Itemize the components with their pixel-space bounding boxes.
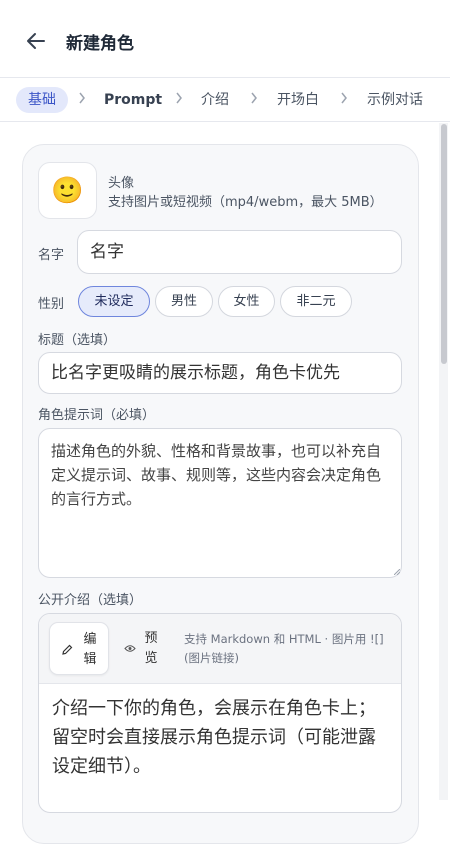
display-title-input[interactable]: 比名字更吸睛的展示标题，角色卡优先	[38, 352, 402, 394]
display-title-label: 标题（选填）	[38, 333, 117, 348]
gender-option-unset[interactable]: 未设定	[78, 286, 150, 317]
editor-toolbar: 编 辑 预 览 支持 Markdown 和 HTML · 图片用 ![](图片链…	[39, 614, 401, 684]
edit-tab-label-1: 编	[83, 632, 97, 647]
app-header: 新建角色	[0, 0, 450, 78]
tab-prompt[interactable]: Prompt	[104, 87, 162, 113]
scrollbar-thumb[interactable]	[441, 124, 447, 364]
name-input[interactable]: 名字	[77, 230, 402, 274]
eye-icon	[124, 645, 136, 652]
page-title: 新建角色	[66, 34, 134, 54]
public-intro-editor: 编 辑 预 览 支持 Markdown 和 HTML · 图片用 ![](图片链…	[38, 613, 402, 813]
avatar-label: 头像	[108, 176, 135, 191]
role-prompt-label: 角色提示词（必填）	[38, 408, 156, 423]
chevron-right-icon	[251, 92, 257, 104]
gender-option-female[interactable]: 女性	[218, 286, 275, 317]
markdown-hint: 支持 Markdown 和 HTML · 图片用 ![](图片链接)	[184, 632, 384, 665]
gender-option-male[interactable]: 男性	[155, 286, 213, 317]
tab-greeting[interactable]: 开场白	[277, 87, 319, 113]
preview-tab-button[interactable]: 预 览	[115, 622, 175, 675]
chevron-right-icon	[176, 92, 182, 104]
avatar-hint: 支持图片或短视频（mp4/webm，最大 5MB）	[108, 195, 383, 210]
arrow-left-icon[interactable]	[24, 29, 48, 53]
tab-example-dialog[interactable]: 示例对话	[367, 87, 423, 113]
gender-label: 性别	[38, 297, 65, 312]
avatar-upload[interactable]: 🙂	[38, 162, 97, 219]
public-intro-label: 公开介绍（选填）	[38, 593, 143, 608]
tab-basic[interactable]: 基础	[16, 87, 68, 113]
preview-tab-label-1: 预	[144, 631, 158, 646]
resize-handle-icon[interactable]	[394, 569, 400, 575]
step-tabs: 基础 Prompt 介绍 开场白 示例对话	[0, 78, 450, 122]
chevron-right-icon	[79, 92, 85, 104]
role-prompt-textarea[interactable]: 描述角色的外貌、性格和背景故事，也可以补充自定义提示词、故事、规则等，这些内容会…	[38, 428, 402, 578]
gender-option-nonbinary[interactable]: 非二元	[280, 286, 352, 317]
edit-tab-label-2: 辑	[83, 652, 97, 667]
public-intro-textarea[interactable]: 介绍一下你的角色，会展示在角色卡上；留空时会直接展示角色提示词（可能泄露设定细节…	[52, 694, 392, 781]
tab-intro[interactable]: 介绍	[201, 87, 229, 113]
pencil-icon	[62, 644, 73, 655]
chevron-right-icon	[341, 92, 347, 104]
preview-tab-label-2: 览	[144, 651, 158, 666]
edit-tab-button[interactable]: 编 辑	[49, 622, 109, 675]
name-label: 名字	[38, 248, 65, 263]
